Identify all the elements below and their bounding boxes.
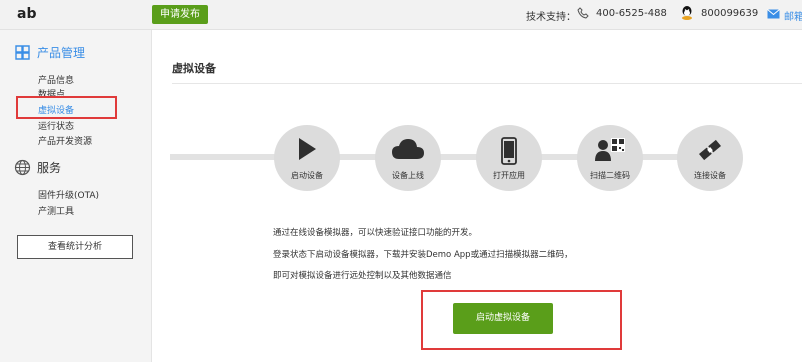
nav-item-ota[interactable]: 固件升级(OTA) (38, 188, 99, 201)
sidebar: 产品管理 产品信息 数据点 虚拟设备 运行状态 产品开发资源 服务 固件升级(O… (0, 30, 152, 362)
mail-link[interactable]: 邮箱 (784, 8, 802, 23)
step-label: 扫描二维码 (590, 171, 630, 180)
step-label: 启动设备 (291, 171, 323, 180)
phone-icon (501, 137, 517, 165)
step-label: 打开应用 (493, 171, 525, 180)
nav-item-dev-resources[interactable]: 产品开发资源 (38, 134, 92, 147)
page-title: 虚拟设备 (172, 62, 216, 75)
section-title: 产品管理 (37, 46, 86, 60)
section-title: 服务 (37, 161, 62, 175)
step-scan-qr[interactable]: 扫描二维码 (577, 125, 643, 191)
top-bar: ab 申请发布 技术支持： 400-6525-488 800099639 邮箱 (0, 0, 802, 30)
nav-item-run-status[interactable]: 运行状态 (38, 119, 74, 132)
support-label: 技术支持： (526, 12, 576, 23)
step-label: 连接设备 (694, 171, 726, 180)
step-device-online[interactable]: 设备上线 (375, 125, 441, 191)
highlight-box (16, 96, 117, 119)
section-services[interactable]: 服务 (14, 159, 61, 176)
qr-scan-icon (595, 138, 625, 161)
step-label: 设备上线 (392, 171, 424, 180)
cube-icon (15, 45, 30, 60)
publish-button[interactable]: 申请发布 (152, 5, 208, 24)
globe-icon (14, 159, 31, 176)
description-line: 即可对模拟设备进行远处控制以及其他数据通信 (273, 271, 452, 281)
phone-icon (577, 7, 589, 19)
step-open-app[interactable]: 打开应用 (476, 125, 542, 191)
play-icon (299, 138, 316, 160)
step-start-device[interactable]: 启动设备 (274, 125, 340, 191)
divider (172, 83, 802, 84)
mail-icon (767, 9, 780, 19)
section-product-management[interactable]: 产品管理 (14, 44, 85, 61)
view-stats-button[interactable]: 查看统计分析 (17, 235, 133, 259)
connect-icon (699, 139, 721, 161)
step-connect-device[interactable]: 连接设备 (677, 125, 743, 191)
nav-item-product-info[interactable]: 产品信息 (38, 73, 74, 86)
qq-number: 800099639 (701, 8, 759, 19)
start-virtual-device-button[interactable]: 启动虚拟设备 (453, 303, 553, 334)
cloud-icon (392, 139, 424, 159)
description-line: 登录状态下启动设备模拟器，下载并安装Demo App或通过扫描模拟器二维码， (273, 250, 573, 260)
phone-number: 400-6525-488 (596, 8, 667, 19)
logo: ab (17, 6, 37, 22)
nav-item-prod-test[interactable]: 产测工具 (38, 204, 74, 217)
qq-icon (682, 6, 692, 20)
description-line: 通过在线设备模拟器，可以快速验证接口功能的开发。 (273, 228, 478, 238)
